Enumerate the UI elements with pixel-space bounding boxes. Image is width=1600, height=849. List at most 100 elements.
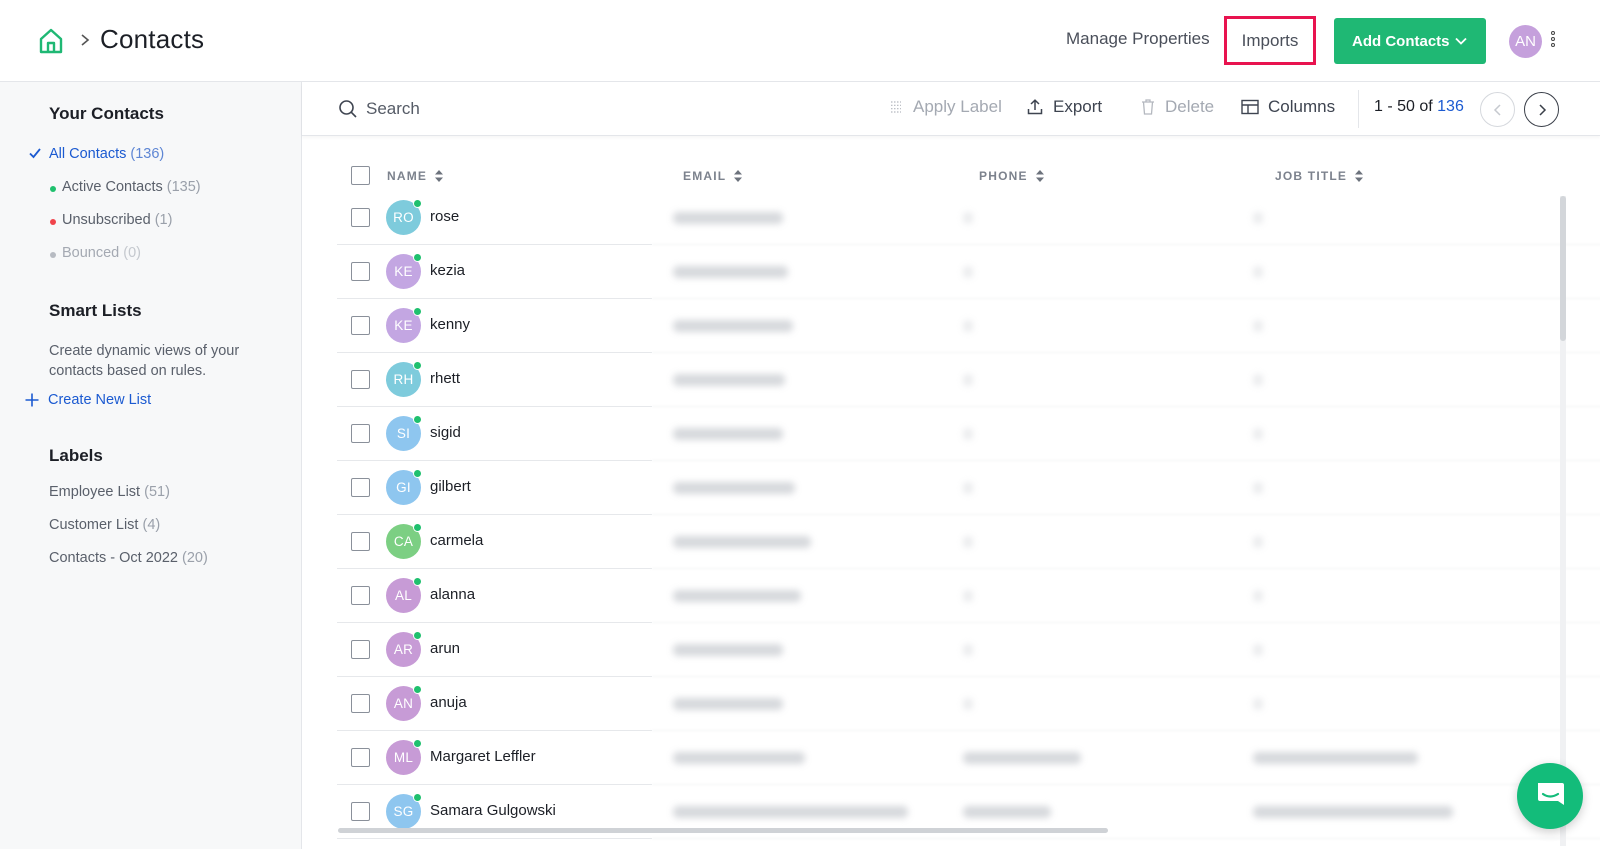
table-row[interactable]: AR arun: [337, 623, 1600, 677]
contact-name[interactable]: kenny: [430, 316, 470, 333]
toolbar-divider: [1358, 90, 1359, 128]
row-checkbox[interactable]: [351, 262, 370, 281]
unsubscribed-status-dot: [50, 219, 56, 225]
user-avatar[interactable]: AN: [1509, 25, 1542, 58]
table-row[interactable]: AN anuja: [337, 677, 1600, 731]
previous-page-button[interactable]: [1480, 92, 1515, 127]
job-title-redacted: [1253, 320, 1263, 332]
column-header-phone[interactable]: PHONE: [979, 169, 1044, 183]
chevron-left-icon: [1493, 103, 1501, 116]
manage-properties-link[interactable]: Manage Properties: [1066, 29, 1210, 49]
trash-icon: [1142, 99, 1154, 115]
chat-support-button[interactable]: [1517, 763, 1583, 829]
contact-name[interactable]: Margaret Leffler: [430, 748, 536, 765]
search-input[interactable]: [366, 96, 666, 122]
avatar-initials: AR: [393, 642, 414, 657]
your-contacts-heading: Your Contacts: [49, 104, 164, 123]
pager-range: 1 - 50 of: [1374, 98, 1438, 115]
row-checkbox[interactable]: [351, 478, 370, 497]
row-checkbox[interactable]: [351, 640, 370, 659]
column-header-job-title[interactable]: JOB TITLE: [1275, 169, 1364, 183]
job-title-redacted: [1253, 428, 1263, 440]
row-checkbox[interactable]: [351, 586, 370, 605]
columns-button[interactable]: Columns: [1241, 97, 1335, 117]
sidebar-item-active-contacts[interactable]: Active Contacts (135): [62, 179, 201, 195]
sidebar-item-label-customer-list[interactable]: Customer List (4): [49, 517, 160, 533]
sidebar-item-unsubscribed[interactable]: Unsubscribed (1): [62, 212, 172, 228]
contact-name[interactable]: sigid: [430, 424, 461, 441]
phone-redacted: [963, 266, 973, 278]
row-checkbox[interactable]: [351, 748, 370, 767]
job-title-redacted: [1253, 374, 1263, 386]
table-row[interactable]: SI sigid: [337, 407, 1600, 461]
contact-name[interactable]: Samara Gulgowski: [430, 802, 556, 819]
table-row[interactable]: ML Margaret Leffler: [337, 731, 1600, 785]
table-row[interactable]: KE kezia: [337, 245, 1600, 299]
phone-redacted: [963, 806, 1051, 818]
row-divider: [337, 838, 652, 839]
upload-icon: [1027, 99, 1043, 115]
table-row[interactable]: RO rose: [337, 191, 1600, 245]
imports-button[interactable]: Imports: [1224, 16, 1316, 65]
row-checkbox[interactable]: [351, 694, 370, 713]
label-name: Employee List: [49, 484, 141, 500]
column-header-email[interactable]: EMAIL: [683, 169, 743, 183]
row-checkbox[interactable]: [351, 532, 370, 551]
next-page-button[interactable]: [1524, 92, 1559, 127]
sidebar-item-bounced[interactable]: Bounced (0): [62, 245, 141, 261]
delete-button[interactable]: Delete: [1140, 97, 1214, 117]
row-checkbox[interactable]: [351, 424, 370, 443]
filter-count: (136): [130, 146, 165, 162]
export-button[interactable]: Export: [1026, 97, 1102, 117]
row-checkbox[interactable]: [351, 208, 370, 227]
chevron-down-icon: [1455, 37, 1467, 45]
phone-redacted: [963, 320, 973, 332]
table-row[interactable]: KE kenny: [337, 299, 1600, 353]
contact-name[interactable]: gilbert: [430, 478, 471, 495]
labels-heading: Labels: [49, 446, 103, 465]
horizontal-scrollbar[interactable]: [338, 828, 1108, 833]
contact-name[interactable]: alanna: [430, 586, 475, 603]
select-all-checkbox[interactable]: [351, 166, 370, 185]
email-redacted: [673, 212, 783, 224]
add-contacts-button[interactable]: Add Contacts: [1334, 18, 1486, 64]
label-name: Contacts - Oct 2022: [49, 550, 178, 566]
email-redacted: [673, 698, 783, 710]
sidebar-item-all-contacts[interactable]: All Contacts (136): [49, 146, 164, 162]
online-status-dot: [413, 523, 422, 532]
table-row[interactable]: RH rhett: [337, 353, 1600, 407]
table-row[interactable]: GI gilbert: [337, 461, 1600, 515]
phone-redacted: [963, 590, 973, 602]
row-checkbox[interactable]: [351, 316, 370, 335]
contact-name[interactable]: arun: [430, 640, 460, 657]
contact-name[interactable]: rose: [430, 208, 459, 225]
search-icon: [339, 100, 357, 118]
online-status-dot: [413, 469, 422, 478]
sidebar: Your Contacts All Contacts (136) Active …: [0, 82, 302, 849]
contact-name[interactable]: kezia: [430, 262, 465, 279]
contact-name[interactable]: anuja: [430, 694, 467, 711]
avatar-initials: GI: [396, 480, 411, 495]
scrollbar-thumb[interactable]: [1560, 196, 1566, 341]
job-title-redacted: [1253, 482, 1263, 494]
table-row[interactable]: CA carmela: [337, 515, 1600, 569]
sidebar-item-label-contacts-oct-2022[interactable]: Contacts - Oct 2022 (20): [49, 550, 208, 566]
avatar-initials: SG: [393, 804, 414, 819]
table-row[interactable]: AL alanna: [337, 569, 1600, 623]
contact-name[interactable]: rhett: [430, 370, 460, 387]
more-options-icon[interactable]: [1549, 31, 1557, 51]
sidebar-item-label-employee-list[interactable]: Employee List (51): [49, 484, 170, 500]
contact-name[interactable]: carmela: [430, 532, 483, 549]
avatar-initials: AL: [394, 588, 413, 603]
home-icon[interactable]: [37, 27, 65, 55]
row-checkbox[interactable]: [351, 370, 370, 389]
check-icon: [29, 148, 41, 159]
column-header-name[interactable]: NAME: [387, 169, 444, 183]
columns-icon: [1241, 99, 1259, 115]
apply-label-button[interactable]: Apply Label: [888, 97, 1002, 117]
job-title-redacted: [1253, 212, 1263, 224]
create-new-list-link[interactable]: Create New List: [24, 392, 151, 408]
filter-label: Bounced: [62, 245, 120, 261]
row-checkbox[interactable]: [351, 802, 370, 821]
vertical-scrollbar[interactable]: [1560, 196, 1566, 846]
